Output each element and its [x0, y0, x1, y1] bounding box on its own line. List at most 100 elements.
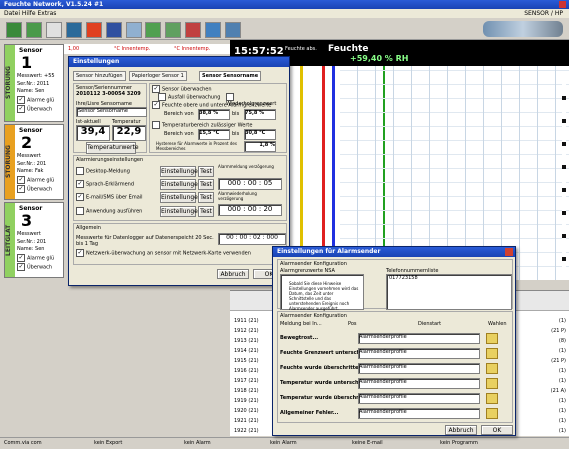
log-row[interactable]: 1915 (21) — [234, 358, 259, 364]
hysteresis-input[interactable]: 1,8 % — [244, 141, 276, 152]
sensor-name-input[interactable]: Sensor Sensorname — [76, 107, 147, 117]
alarm-row[interactable]: Feuchte wurde überschritten... Alarmsend… — [280, 362, 510, 374]
log-row[interactable]: 1916 (21) — [234, 368, 259, 374]
alarm-row-select[interactable]: Alarmsenderprofile — [358, 408, 480, 419]
log-row[interactable]: 1920 (21) — [234, 408, 259, 414]
settings-dialog[interactable]: Einstellungen Sensor hinzufügen Papierlo… — [68, 56, 290, 286]
alarm-row-email[interactable]: ✓ E-mail/SMS über Email — [76, 193, 143, 201]
menu-bar[interactable]: Datei Hilfe Extras SENSOR / HP — [0, 9, 569, 18]
sensor-alarm-checkbox[interactable]: ✓ Alarme glü — [17, 254, 54, 262]
folder-icon[interactable] — [486, 408, 498, 419]
close-icon[interactable] — [505, 248, 513, 256]
phone-list[interactable]: 017723158 — [386, 274, 512, 310]
program-settings-button[interactable]: Einstellungen — [160, 206, 202, 217]
log-row[interactable]: 1917 (21) — [234, 378, 259, 384]
alarm-row-speech[interactable]: ✓ Sprach-Erklärmend — [76, 180, 134, 188]
log-row[interactable]: 1921 (21) — [234, 418, 259, 424]
list-icon[interactable] — [45, 22, 62, 38]
alarm-row-label: Feuchte wurde überschritten... — [280, 365, 368, 371]
desktop-settings-button[interactable]: Einstellungen — [160, 166, 202, 177]
tab-sensor-name[interactable]: Sensor Sensorname — [199, 71, 262, 81]
log-row[interactable]: 1922 (21) — [234, 428, 259, 434]
table-icon[interactable] — [105, 22, 122, 38]
sensor-monitor-checkbox[interactable]: ✓ Überwach — [17, 105, 52, 113]
speech-test-button[interactable]: Test — [198, 179, 214, 190]
folder-icon[interactable] — [486, 363, 498, 374]
sensor-panel-2[interactable]: STÖRUNG Sensor 2 Messwert Ser.Nr.: 201 N… — [4, 124, 64, 200]
temperature-button[interactable]: Temperaturwerte — [86, 142, 139, 154]
alarm-row-program[interactable]: Anwendung ausführen — [76, 207, 142, 215]
sensor-monitor-checkbox[interactable]: ✓ Überwach — [17, 263, 52, 271]
alarm-row-select[interactable]: Alarmsenderprofile — [358, 333, 480, 344]
chart-icon[interactable] — [65, 22, 82, 38]
log-row[interactable]: 1914 (21) — [234, 348, 259, 354]
soll-value: 22,9 — [112, 125, 146, 141]
delay-time-input[interactable]: 000 : 00 : 05 — [218, 178, 282, 190]
log-row[interactable]: 1911 (21) — [234, 318, 259, 324]
new-icon[interactable] — [6, 22, 22, 38]
tab-add-sensor[interactable]: Sensor hinzufügen — [73, 71, 126, 81]
cancel-button[interactable]: Abbruch — [217, 269, 249, 279]
network-icon[interactable] — [205, 22, 222, 38]
alarm-icon[interactable] — [85, 22, 102, 38]
email-settings-button[interactable]: Einstellungen — [160, 192, 202, 203]
alarm-row[interactable]: Feuchte Grenzwert unterschritten... Alar… — [280, 347, 510, 359]
range1-from-input[interactable]: 38,8 % — [198, 109, 230, 120]
network-checkbox[interactable]: ✓ Netzwerk-überwachung an sensor mit Netz… — [76, 249, 251, 257]
repeat-time-input[interactable]: 000 : 00 : 20 — [218, 204, 282, 216]
sensor-alarm-checkbox[interactable]: ✓ Alarme glü — [17, 176, 54, 184]
settings-tabs[interactable]: Sensor hinzufügen Papierloger Sensor 1 S… — [73, 71, 285, 81]
grid-icon[interactable] — [25, 22, 42, 38]
help-icon[interactable] — [225, 22, 242, 38]
sensor-icon[interactable] — [165, 22, 182, 38]
program-test-button[interactable]: Test — [198, 206, 214, 217]
alarm-row-select[interactable]: Alarmsenderprofile — [358, 348, 480, 359]
range2-to-input[interactable]: 30,8 °C — [244, 129, 276, 140]
alarm-row[interactable]: Temperatur wurde überschritten... Alarms… — [280, 392, 510, 404]
alarm-limits-list[interactable]: Sobald Sie diese Hinweise Einstellungen … — [280, 274, 364, 311]
desktop-test-button[interactable]: Test — [198, 166, 214, 177]
email-test-button[interactable]: Test — [198, 192, 214, 203]
interval-input[interactable]: 00 : 00 : 02 : 000 — [218, 233, 286, 245]
log-row[interactable]: 1918 (21) — [234, 388, 259, 394]
humidity-limits-checkbox[interactable]: ✓ Feuchte obere und untere Alarmgrenzwert… — [152, 101, 271, 109]
folder-icon[interactable] — [486, 333, 498, 344]
alarm-ok-button[interactable]: OK — [481, 425, 513, 435]
folder-icon[interactable] — [486, 348, 498, 359]
sensor-monitor-checkbox[interactable]: ✓ Sensor überwachen — [152, 85, 212, 93]
sensor-monitor-checkbox[interactable]: ✓ Überwach — [17, 185, 52, 193]
log-row[interactable]: 1912 (21) — [234, 328, 259, 334]
readout-t1: °C Innentemp. — [114, 46, 151, 52]
alarm-row[interactable]: Temperatur wurde unterschritten... Alarm… — [280, 377, 510, 389]
settings-icon[interactable] — [185, 22, 202, 38]
monitor-group: ✓ Sensor überwachen Ausfall überwachung W… — [149, 83, 287, 153]
export-icon[interactable] — [125, 22, 142, 38]
sensor-alarm-checkbox[interactable]: ✓ Alarme glü — [17, 96, 54, 104]
folder-icon[interactable] — [486, 393, 498, 404]
alarm-sender-dialog[interactable]: Einstellungen für Alarmsender Alarmsende… — [272, 246, 516, 436]
alarm-row-desktop[interactable]: Desktop-Meldung — [76, 167, 130, 175]
alarm-row[interactable]: Bewegtrost... Alarmsenderprofile — [280, 332, 510, 344]
log-row[interactable]: 1919 (21) — [234, 398, 259, 404]
alarm-row-label: Allgemeiner Fehler... — [280, 410, 339, 416]
range2-from-input[interactable]: 15,5 °C — [198, 129, 230, 140]
help-menu[interactable]: SENSOR / HP — [524, 9, 563, 18]
alarm-row-select[interactable]: Alarmsenderprofile — [358, 393, 480, 404]
tab-logger[interactable]: Papierloger Sensor 1 — [129, 71, 187, 81]
alarm-row[interactable]: Allgemeiner Fehler... Alarmsenderprofile — [280, 407, 510, 419]
menu-items[interactable]: Datei Hilfe Extras — [4, 10, 56, 17]
alarm-row-select[interactable]: Alarmsenderprofile — [358, 363, 480, 374]
failure-checkbox[interactable]: Ausfall überwachung — [158, 93, 220, 101]
sensor-panel-3[interactable]: LEITGLAT Sensor 3 Messwert Ser.Nr.: 201 … — [4, 202, 64, 278]
sensor-panel-1[interactable]: STÖRUNG Sensor 1 Messwert: +55 Ser.Nr.: … — [4, 44, 64, 122]
window-controls[interactable] — [559, 1, 566, 8]
log-row[interactable]: 1913 (21) — [234, 338, 259, 344]
print-icon[interactable] — [145, 22, 162, 38]
alarm-row-select[interactable]: Alarmsenderprofile — [358, 378, 480, 389]
temp-limits-checkbox[interactable]: Temperaturbereich zulässiger Werte — [152, 121, 252, 129]
folder-icon[interactable] — [486, 378, 498, 389]
speech-settings-button[interactable]: Einstellungen — [160, 179, 202, 190]
alarm-cancel-button[interactable]: Abbruch — [445, 425, 477, 435]
range1-to-input[interactable]: 75,8 % — [244, 109, 276, 120]
header-label: Feuchte — [328, 44, 369, 54]
